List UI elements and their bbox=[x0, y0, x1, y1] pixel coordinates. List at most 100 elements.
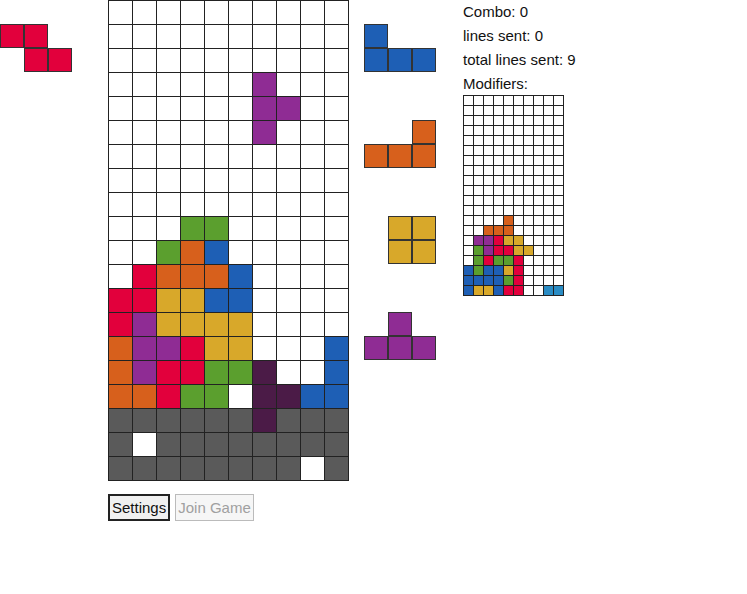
board-cell bbox=[325, 49, 349, 73]
board-cell bbox=[494, 276, 504, 286]
piece-cell bbox=[364, 312, 388, 336]
board-cell bbox=[504, 276, 514, 286]
board-cell bbox=[544, 186, 554, 196]
board-cell bbox=[514, 96, 524, 106]
board-cell bbox=[484, 226, 494, 236]
board-cell bbox=[181, 265, 205, 289]
board-cell bbox=[133, 217, 157, 241]
piece-cell bbox=[388, 120, 412, 144]
board-cell bbox=[325, 97, 349, 121]
board-cell bbox=[554, 96, 564, 106]
board-cell bbox=[484, 136, 494, 146]
board-cell bbox=[474, 96, 484, 106]
board-row bbox=[109, 361, 349, 385]
board-cell bbox=[229, 97, 253, 121]
board-cell bbox=[325, 337, 349, 361]
board-cell bbox=[474, 276, 484, 286]
board-cell bbox=[157, 313, 181, 337]
board-cell bbox=[554, 146, 564, 156]
board-cell bbox=[504, 286, 514, 296]
board-cell bbox=[464, 196, 474, 206]
board-cell bbox=[109, 49, 133, 73]
board-cell bbox=[229, 337, 253, 361]
board-row bbox=[464, 146, 564, 156]
board-cell bbox=[253, 433, 277, 457]
board-row bbox=[464, 206, 564, 216]
board-cell bbox=[544, 266, 554, 276]
next-queue bbox=[364, 0, 438, 360]
board-cell bbox=[181, 169, 205, 193]
board-row bbox=[109, 169, 349, 193]
board-cell bbox=[484, 196, 494, 206]
board-cell bbox=[524, 176, 534, 186]
board-cell bbox=[229, 289, 253, 313]
board-cell bbox=[474, 196, 484, 206]
board-cell bbox=[109, 169, 133, 193]
board-cell bbox=[534, 226, 544, 236]
piece-cell bbox=[364, 120, 388, 144]
board-cell bbox=[205, 193, 229, 217]
board-cell bbox=[464, 176, 474, 186]
board-row bbox=[464, 286, 564, 296]
board-row bbox=[464, 96, 564, 106]
board-cell bbox=[133, 433, 157, 457]
board-cell bbox=[253, 121, 277, 145]
board-cell bbox=[514, 216, 524, 226]
board-row bbox=[464, 176, 564, 186]
board-cell bbox=[301, 457, 325, 481]
board-cell bbox=[494, 106, 504, 116]
piece-cell bbox=[24, 24, 48, 48]
board-cell bbox=[474, 236, 484, 246]
board-cell bbox=[301, 385, 325, 409]
board-cell bbox=[253, 409, 277, 433]
board-row bbox=[464, 196, 564, 206]
board-cell bbox=[484, 206, 494, 216]
tetromino bbox=[364, 312, 438, 360]
board-cell bbox=[464, 256, 474, 266]
board-cell bbox=[494, 136, 504, 146]
board-cell bbox=[484, 276, 494, 286]
board-cell bbox=[109, 313, 133, 337]
board-cell bbox=[464, 276, 474, 286]
board-cell bbox=[205, 145, 229, 169]
board-cell bbox=[301, 409, 325, 433]
board-row bbox=[464, 136, 564, 146]
board-cell bbox=[464, 186, 474, 196]
piece-row bbox=[0, 48, 108, 72]
board-cell bbox=[229, 217, 253, 241]
board-cell bbox=[474, 226, 484, 236]
board-cell bbox=[514, 146, 524, 156]
board-row bbox=[464, 266, 564, 276]
board-cell bbox=[484, 166, 494, 176]
board-cell bbox=[157, 289, 181, 313]
board-cell bbox=[277, 121, 301, 145]
board-row bbox=[109, 25, 349, 49]
board-cell bbox=[524, 156, 534, 166]
piece-cell bbox=[364, 216, 388, 240]
board-cell bbox=[464, 226, 474, 236]
board-cell bbox=[109, 121, 133, 145]
board-cell bbox=[277, 217, 301, 241]
board-cell bbox=[253, 385, 277, 409]
board-cell bbox=[494, 286, 504, 296]
settings-button[interactable]: Settings bbox=[108, 494, 170, 521]
board-cell bbox=[253, 337, 277, 361]
board-cell bbox=[181, 193, 205, 217]
board-cell bbox=[109, 217, 133, 241]
board-cell bbox=[181, 241, 205, 265]
board-cell bbox=[504, 186, 514, 196]
board-cell bbox=[133, 145, 157, 169]
board-cell bbox=[554, 126, 564, 136]
board-cell bbox=[181, 361, 205, 385]
board-row bbox=[464, 166, 564, 176]
board-row bbox=[464, 226, 564, 236]
board-cell bbox=[277, 73, 301, 97]
board-cell bbox=[494, 96, 504, 106]
board-row bbox=[109, 97, 349, 121]
board-cell bbox=[494, 166, 504, 176]
board-cell bbox=[534, 256, 544, 266]
board-cell bbox=[524, 186, 534, 196]
piece-row bbox=[364, 240, 438, 264]
board-cell bbox=[514, 236, 524, 246]
board-cell bbox=[229, 145, 253, 169]
